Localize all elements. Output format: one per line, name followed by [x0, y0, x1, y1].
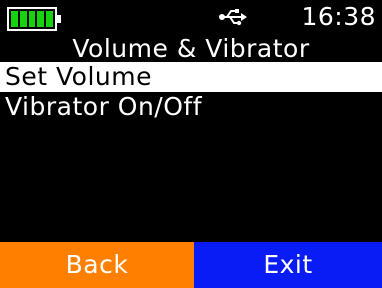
menu-list: Set Volume Vibrator On/Off [0, 62, 382, 122]
softkey-bar: Back Exit [0, 242, 382, 288]
battery-icon [7, 7, 61, 31]
back-button[interactable]: Back [0, 242, 194, 288]
battery-level-fill [11, 11, 53, 27]
status-bar: 16:38 [0, 0, 382, 36]
page-title: Volume & Vibrator [72, 34, 310, 63]
menu-item-vibrator-toggle[interactable]: Vibrator On/Off [0, 92, 382, 122]
exit-button[interactable]: Exit [194, 242, 382, 288]
menu-item-set-volume[interactable]: Set Volume [0, 62, 382, 92]
device-screen: 16:38 Volume & Vibrator Set Volume Vibra… [0, 0, 382, 288]
usb-icon [219, 9, 247, 26]
clock: 16:38 [301, 2, 376, 31]
